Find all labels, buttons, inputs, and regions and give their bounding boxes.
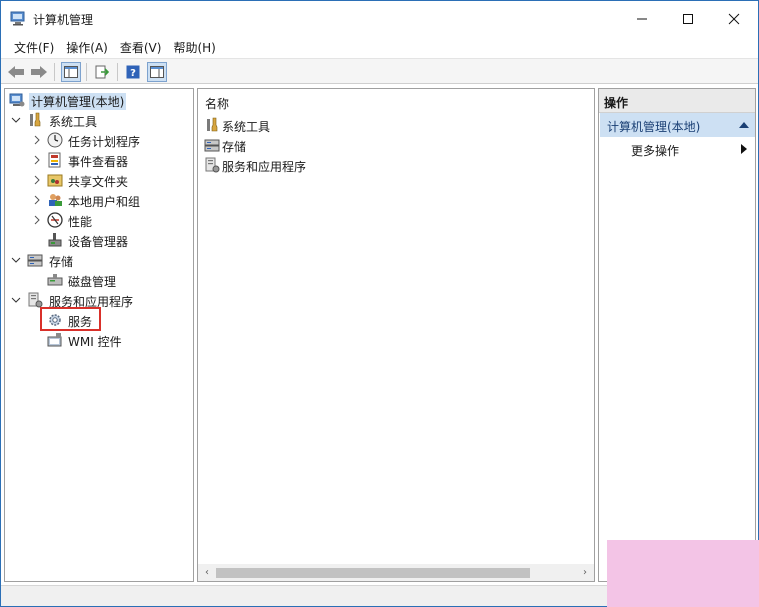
list-item-label: 系统工具 bbox=[222, 120, 271, 134]
forward-button[interactable] bbox=[29, 62, 49, 82]
clock-icon bbox=[47, 132, 63, 148]
chevron-down-icon[interactable] bbox=[11, 255, 21, 265]
minimize-icon bbox=[637, 18, 647, 19]
tree-label-task-scheduler: 任务计划程序 bbox=[68, 135, 141, 149]
toolbar-separator bbox=[54, 63, 55, 81]
close-icon bbox=[728, 13, 740, 24]
action-pane: 操作 计算机管理(本地) 更多操作 bbox=[598, 88, 756, 582]
tree-label-event-viewer: 事件查看器 bbox=[68, 155, 129, 169]
menu-file[interactable]: 文件(F) bbox=[9, 36, 59, 58]
tree-label-performance: 性能 bbox=[68, 215, 93, 229]
result-list-pane: 名称 系统工具 存储 服务和应用程序 ‹ › bbox=[197, 88, 595, 582]
toolbar: ? bbox=[1, 58, 758, 84]
menu-action[interactable]: 操作(A) bbox=[61, 36, 113, 58]
toolbar-separator bbox=[86, 63, 87, 81]
list-item-label: 存储 bbox=[222, 140, 247, 154]
window-title: 计算机管理 bbox=[33, 13, 94, 27]
show-hide-tree-button[interactable] bbox=[61, 62, 81, 82]
list-item-label: 服务和应用程序 bbox=[222, 160, 307, 174]
tree-item-storage[interactable]: 存储 bbox=[7, 250, 187, 270]
chevron-right-icon[interactable] bbox=[32, 155, 42, 165]
back-button[interactable] bbox=[6, 62, 26, 82]
chevron-right-icon[interactable] bbox=[32, 175, 42, 185]
tree-label-device-manager: 设备管理器 bbox=[68, 235, 129, 249]
more-actions-item[interactable]: 更多操作 bbox=[631, 142, 679, 159]
export-icon bbox=[95, 65, 109, 79]
tree-item-task-scheduler[interactable]: 任务计划程序 bbox=[7, 130, 187, 150]
chevron-right-icon[interactable] bbox=[32, 135, 42, 145]
show-hide-action-pane-button[interactable] bbox=[147, 62, 167, 82]
minimize-button[interactable] bbox=[619, 1, 665, 36]
shared-folder-icon bbox=[47, 172, 63, 188]
title-bar[interactable]: 计算机管理 bbox=[1, 1, 758, 36]
tree-label-system-tools: 系统工具 bbox=[49, 115, 98, 129]
tree-item-wmi[interactable]: WMI 控件 bbox=[7, 330, 187, 350]
chevron-right-icon[interactable] bbox=[32, 215, 42, 225]
maximize-icon bbox=[683, 13, 693, 24]
action-pane-header: 操作 bbox=[599, 89, 755, 113]
submenu-arrow-icon[interactable] bbox=[741, 144, 747, 154]
tree-item-local-users[interactable]: 本地用户和组 bbox=[7, 190, 187, 210]
menu-help[interactable]: 帮助(H) bbox=[168, 36, 220, 58]
computer-management-icon bbox=[10, 11, 26, 26]
chevron-down-icon[interactable] bbox=[11, 115, 21, 125]
system-tools-icon bbox=[27, 112, 43, 128]
device-manager-icon bbox=[47, 232, 63, 248]
services-highlight-box bbox=[40, 307, 101, 331]
tree-item-shared-folders[interactable]: 共享文件夹 bbox=[7, 170, 187, 190]
menu-view[interactable]: 查看(V) bbox=[115, 36, 167, 58]
column-header-name[interactable]: 名称 bbox=[205, 95, 229, 112]
tree-item-device-manager[interactable]: 设备管理器 bbox=[7, 230, 187, 250]
event-viewer-icon bbox=[47, 152, 63, 168]
horizontal-scrollbar[interactable]: ‹ › bbox=[198, 564, 594, 581]
users-icon bbox=[47, 192, 63, 208]
export-list-button[interactable] bbox=[92, 62, 112, 82]
action-pane-icon bbox=[150, 66, 164, 78]
close-button[interactable] bbox=[711, 1, 757, 36]
maximize-button[interactable] bbox=[665, 1, 711, 36]
help-icon: ? bbox=[126, 65, 140, 79]
decorative-overlay bbox=[607, 540, 759, 607]
scroll-right-icon[interactable]: › bbox=[580, 567, 590, 578]
menu-bar: 文件(F) 操作(A) 查看(V) 帮助(H) bbox=[1, 36, 758, 58]
list-item[interactable]: 存储 bbox=[203, 135, 403, 155]
console-tree-icon bbox=[64, 66, 78, 78]
back-arrow-icon bbox=[8, 66, 24, 78]
action-section-label: 计算机管理(本地) bbox=[607, 120, 701, 134]
storage-icon bbox=[204, 137, 220, 153]
tree-label-wmi: WMI 控件 bbox=[68, 335, 122, 349]
services-apps-icon bbox=[27, 292, 43, 308]
tree-item-event-viewer[interactable]: 事件查看器 bbox=[7, 150, 187, 170]
tree-label-disk-management: 磁盘管理 bbox=[68, 275, 117, 289]
system-tools-icon bbox=[204, 117, 220, 133]
tree-label-shared-folders: 共享文件夹 bbox=[68, 175, 129, 189]
services-apps-icon bbox=[204, 157, 220, 173]
chevron-right-icon[interactable] bbox=[32, 195, 42, 205]
list-item[interactable]: 服务和应用程序 bbox=[203, 155, 403, 175]
disk-management-icon bbox=[47, 272, 63, 288]
svg-text:?: ? bbox=[130, 68, 136, 79]
tree-label-local-users: 本地用户和组 bbox=[68, 195, 141, 209]
tree-label-root: 计算机管理(本地) bbox=[29, 93, 127, 110]
list-item[interactable]: 系统工具 bbox=[203, 115, 403, 135]
collapse-up-icon[interactable] bbox=[739, 122, 749, 128]
forward-arrow-icon bbox=[31, 66, 47, 78]
tree-item-performance[interactable]: 性能 bbox=[7, 210, 187, 230]
action-section-computer-management[interactable]: 计算机管理(本地) bbox=[600, 113, 755, 137]
computer-management-icon bbox=[9, 92, 25, 108]
chevron-down-icon[interactable] bbox=[11, 295, 21, 305]
tree-label-storage: 存储 bbox=[49, 255, 74, 269]
storage-icon bbox=[27, 252, 43, 268]
tree-item-root[interactable]: 计算机管理(本地) bbox=[7, 90, 187, 110]
scrollbar-thumb[interactable] bbox=[216, 568, 530, 578]
performance-icon bbox=[47, 212, 63, 228]
help-button[interactable]: ? bbox=[123, 62, 143, 82]
computer-management-window: 计算机管理 文件(F) 操作(A) 查看(V) 帮助(H) ? 计算机管理(本地… bbox=[0, 0, 759, 607]
tree-item-disk-management[interactable]: 磁盘管理 bbox=[7, 270, 187, 290]
tree-item-system-tools[interactable]: 系统工具 bbox=[7, 110, 187, 130]
scroll-left-icon[interactable]: ‹ bbox=[202, 567, 212, 578]
wmi-control-icon bbox=[47, 332, 63, 348]
toolbar-separator bbox=[117, 63, 118, 81]
